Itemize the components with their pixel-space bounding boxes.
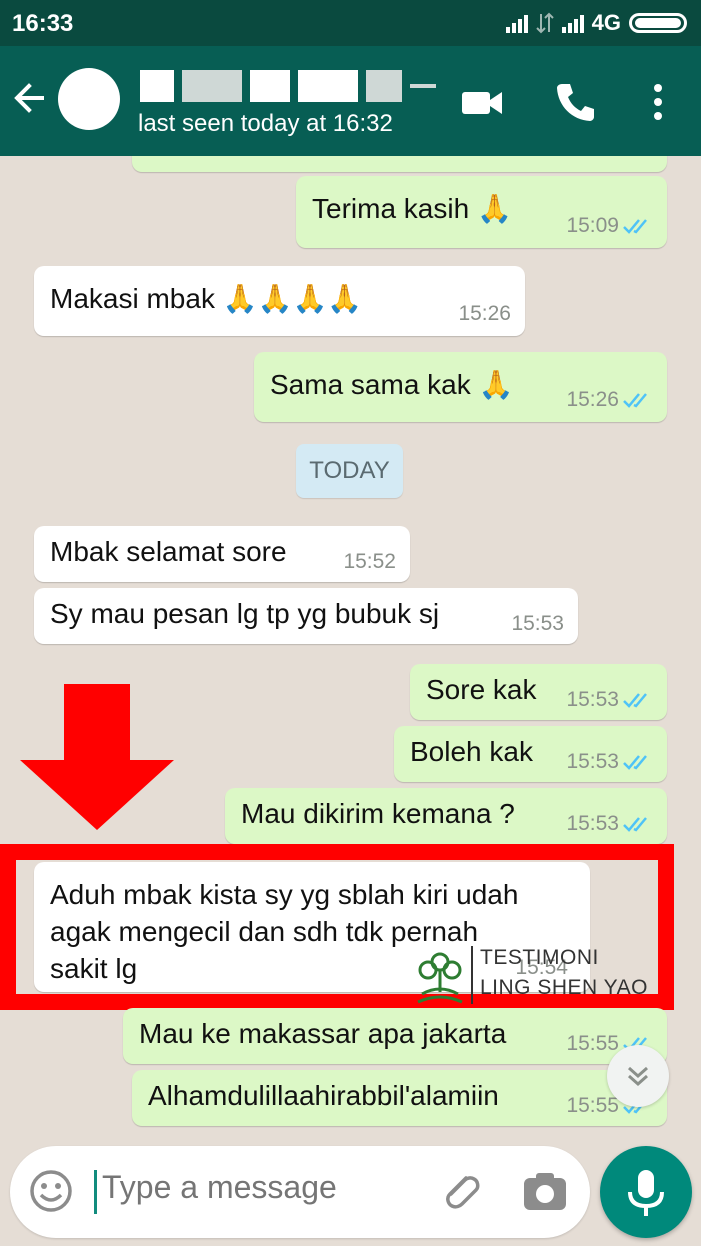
contact-name-redacted[interactable] bbox=[140, 66, 436, 106]
emoji-icon[interactable] bbox=[28, 1168, 74, 1214]
message-text: Makasi mbak 🙏🙏🙏🙏 bbox=[50, 283, 363, 314]
message-text: Terima kasih 🙏 bbox=[312, 193, 512, 224]
data-transfer-icon bbox=[535, 12, 554, 34]
message-bubble-outgoing[interactable]: Terima kasih 🙏 15:09 bbox=[296, 176, 667, 248]
message-bubble-outgoing[interactable]: Sama sama kak 🙏 15:26 bbox=[254, 352, 667, 422]
message-bubble-outgoing[interactable]: Sore kak 15:53 bbox=[410, 664, 667, 720]
message-time: 15:09 bbox=[566, 214, 619, 237]
message-composer bbox=[10, 1146, 590, 1238]
message-text: Alhamdulillaahirabbil'alamiin bbox=[148, 1080, 499, 1111]
red-arrow-annotation bbox=[20, 684, 174, 830]
double-check-icon bbox=[623, 817, 647, 832]
more-options-icon[interactable] bbox=[636, 80, 680, 124]
chat-area[interactable]: Terima kasih 🙏 15:09 Makasi mbak 🙏🙏🙏🙏 15… bbox=[0, 156, 701, 1134]
message-time: 15:55 bbox=[566, 1094, 619, 1117]
double-check-icon bbox=[623, 219, 647, 234]
message-time: 15:26 bbox=[566, 388, 619, 411]
voice-record-button[interactable] bbox=[600, 1146, 692, 1238]
watermark-line1: TESTIMONI bbox=[480, 946, 599, 969]
voice-call-icon[interactable] bbox=[554, 80, 598, 124]
message-meta: 15:53 bbox=[566, 812, 653, 836]
message-bubble-incoming[interactable]: Mbak selamat sore 15:52 bbox=[34, 526, 410, 582]
message-bubble-outgoing[interactable]: Mau dikirim kemana ? 15:53 bbox=[225, 788, 667, 844]
message-bubble-incoming[interactable]: Sy mau pesan lg tp yg bubuk sj 15:53 bbox=[34, 588, 578, 644]
message-text: Sy mau pesan lg tp yg bubuk sj bbox=[50, 598, 440, 629]
message-time: 15:55 bbox=[566, 1032, 619, 1055]
double-check-icon bbox=[623, 755, 647, 770]
message-time: 15:26 bbox=[458, 302, 511, 325]
message-text: Mau dikirim kemana ? bbox=[241, 798, 515, 829]
battery-icon bbox=[629, 13, 687, 33]
text-cursor bbox=[94, 1170, 97, 1214]
message-input[interactable] bbox=[100, 1168, 414, 1207]
message-text: Mbak selamat sore bbox=[50, 536, 287, 567]
double-check-icon bbox=[623, 693, 647, 708]
scroll-to-bottom-button[interactable] bbox=[607, 1045, 669, 1107]
message-text: Mau ke makassar apa jakarta bbox=[139, 1018, 507, 1049]
contact-avatar[interactable] bbox=[58, 68, 120, 130]
message-text: Boleh kak bbox=[410, 736, 533, 767]
message-meta: 15:09 bbox=[566, 214, 653, 238]
status-time: 16:33 bbox=[12, 10, 74, 37]
status-bar: 16:33 4G bbox=[0, 0, 701, 46]
message-text: Sama sama kak 🙏 bbox=[270, 369, 514, 400]
attach-icon[interactable] bbox=[436, 1168, 484, 1216]
network-type: 4G bbox=[591, 10, 621, 35]
watermark-line2: LING SHEN YAO bbox=[480, 976, 648, 999]
microphone-icon bbox=[628, 1170, 664, 1216]
message-text: Sore kak bbox=[426, 674, 537, 705]
message-bubble-outgoing[interactable]: Alhamdulillaahirabbil'alamiin 15:55 bbox=[132, 1070, 667, 1126]
message-meta: 15:53 bbox=[566, 688, 653, 712]
message-bubble-outgoing[interactable]: Boleh kak 15:53 bbox=[394, 726, 667, 782]
message-meta: 15:26 bbox=[566, 388, 653, 412]
message-bubble-partial bbox=[132, 156, 667, 172]
message-time: 15:53 bbox=[511, 612, 564, 635]
back-arrow-icon[interactable] bbox=[12, 78, 46, 118]
message-time: 15:52 bbox=[343, 550, 396, 573]
camera-icon[interactable] bbox=[522, 1170, 568, 1214]
message-meta: 15:53 bbox=[566, 750, 653, 774]
chat-header: last seen today at 16:32 bbox=[0, 46, 701, 156]
double-chevron-down-icon bbox=[628, 1066, 648, 1087]
message-bubble-outgoing[interactable]: Mau ke makassar apa jakarta 15:55 bbox=[123, 1008, 667, 1064]
double-check-icon bbox=[623, 393, 647, 408]
message-time: 15:53 bbox=[566, 812, 619, 835]
signal-icon bbox=[505, 13, 528, 33]
message-bubble-incoming[interactable]: Makasi mbak 🙏🙏🙏🙏 15:26 bbox=[34, 266, 525, 336]
signal-icon bbox=[561, 13, 584, 33]
message-time: 15:53 bbox=[566, 688, 619, 711]
video-call-icon[interactable] bbox=[460, 80, 504, 124]
status-indicators: 4G bbox=[505, 10, 687, 36]
message-time: 15:53 bbox=[566, 750, 619, 773]
last-seen-status: last seen today at 16:32 bbox=[138, 110, 393, 137]
day-divider: TODAY bbox=[296, 444, 403, 498]
